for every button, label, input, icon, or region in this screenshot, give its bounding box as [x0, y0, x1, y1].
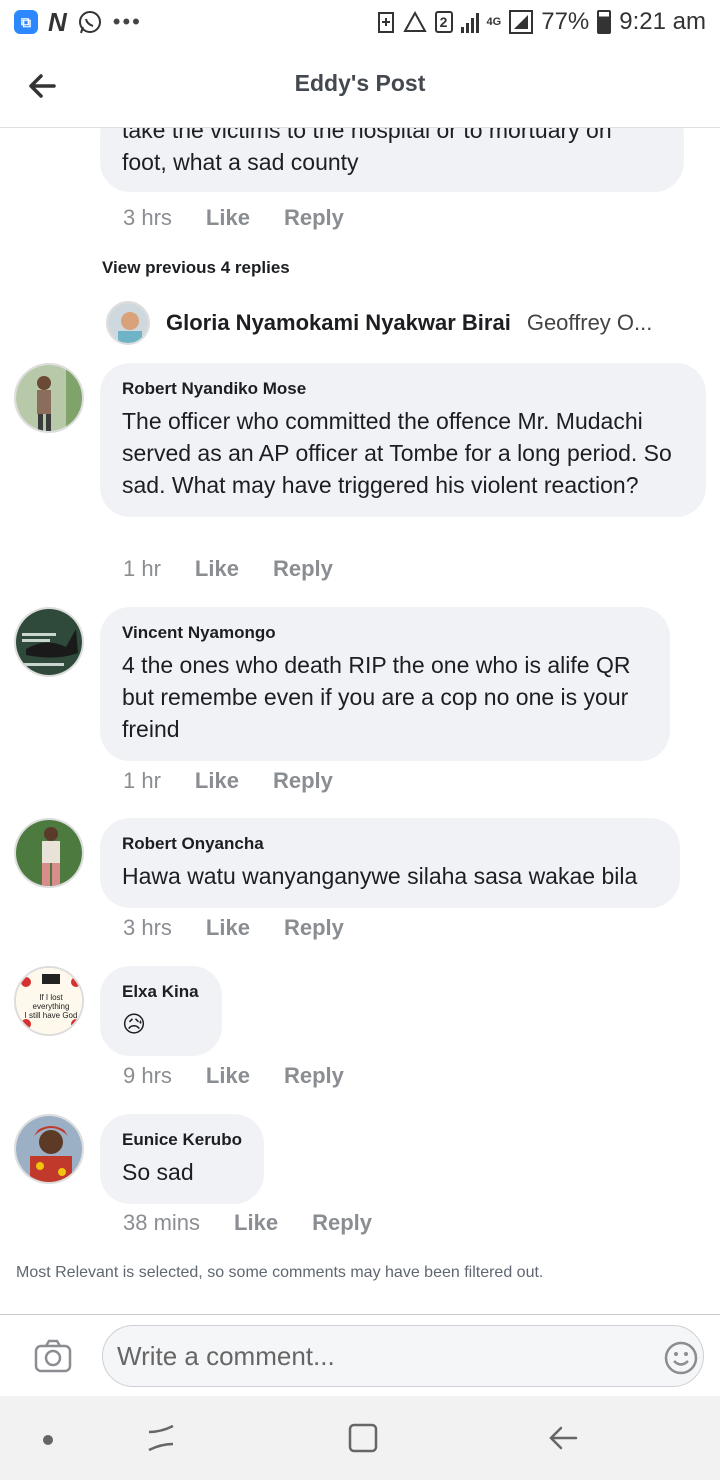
- like-button[interactable]: Like: [195, 556, 239, 582]
- comment-bubble[interactable]: take the victims to the hospital or to m…: [100, 128, 684, 192]
- system-back-icon: [549, 1426, 578, 1450]
- sim-badge: 2: [434, 11, 453, 33]
- status-right-icons: 2 4G 77% 9:21 am: [377, 8, 706, 36]
- battery-saver-icon: [377, 10, 395, 34]
- comment-actions: 1 hr Like Reply: [123, 556, 333, 582]
- status-bar: ⧉ N ••• 2 4G 77% 9:21 am: [0, 0, 720, 44]
- comment-time: 3 hrs: [123, 205, 172, 230]
- comment-actions: 3 hrs Like Reply: [123, 205, 344, 231]
- comment-actions: 38 mins Like Reply: [123, 1210, 372, 1236]
- comment-emoji: 😥: [122, 1011, 146, 1037]
- comment-author[interactable]: Eunice Kerubo: [122, 1130, 242, 1150]
- recent-apps-button[interactable]: [143, 1420, 179, 1456]
- more-notifications-icon: •••: [112, 9, 142, 34]
- system-nav-bar: [0, 1396, 720, 1480]
- reply-button[interactable]: Reply: [284, 205, 344, 231]
- avatar-caption: If I lost: [39, 993, 63, 1002]
- comment-author[interactable]: Robert Onyancha: [122, 834, 658, 854]
- emoji-button[interactable]: [664, 1341, 698, 1375]
- comment-time: 38 mins: [123, 1210, 201, 1235]
- home-icon: [348, 1423, 378, 1453]
- screenshot-app-icon: ⧉: [14, 10, 38, 34]
- comment-time: 9 hrs: [123, 1063, 172, 1088]
- avatar[interactable]: [106, 301, 150, 345]
- n-app-icon: N: [48, 6, 67, 37]
- avatar-caption: everything: [33, 1002, 70, 1011]
- comment-text: take the victims to the hospital or to m…: [122, 128, 612, 175]
- comment-bubble[interactable]: Vincent Nyamongo 4 the ones who death RI…: [100, 607, 670, 761]
- home-button[interactable]: [345, 1420, 381, 1456]
- like-button[interactable]: Like: [206, 1063, 250, 1089]
- comments-feed[interactable]: take the victims to the hospital or to m…: [0, 128, 720, 1314]
- avatar[interactable]: If I lost everything I still have God: [14, 966, 84, 1036]
- comment-time: 1 hr: [123, 768, 161, 793]
- assistant-dot-button[interactable]: [30, 1420, 66, 1456]
- avatar-caption: I still have God: [25, 1011, 78, 1020]
- reply-preview[interactable]: Gloria Nyamokami Nyakwar Birai Geoffrey …: [106, 301, 652, 345]
- avatar[interactable]: [14, 818, 84, 888]
- reply-button[interactable]: Reply: [312, 1210, 372, 1236]
- battery-percent: 77%: [541, 8, 590, 35]
- reply-button[interactable]: Reply: [284, 1063, 344, 1089]
- reply-snippet: Geoffrey O...: [526, 310, 653, 335]
- comment-time: 1 hr: [123, 556, 161, 581]
- like-button[interactable]: Like: [206, 915, 250, 941]
- system-back-button[interactable]: [546, 1420, 582, 1456]
- clock: 9:21 am: [619, 8, 706, 35]
- like-button[interactable]: Like: [234, 1210, 278, 1236]
- comment-text: The officer who committed the offence Mr…: [122, 408, 672, 498]
- comment-text: So sad: [122, 1159, 194, 1185]
- comment-time: 3 hrs: [123, 915, 172, 940]
- dot-icon: [43, 1435, 53, 1445]
- avatar[interactable]: [14, 363, 84, 433]
- comment-text: Hawa watu wanyanganywe silaha sasa wakae…: [122, 863, 638, 889]
- reply-button[interactable]: Reply: [273, 768, 333, 794]
- camera-icon: [34, 1339, 72, 1373]
- comment-input[interactable]: Write a comment...: [102, 1325, 704, 1387]
- status-left-icons: ⧉ N •••: [14, 7, 142, 38]
- comment-text: 4 the ones who death RIP the one who is …: [122, 652, 631, 742]
- comment-author[interactable]: Vincent Nyamongo: [122, 623, 648, 643]
- avatar[interactable]: [14, 1114, 84, 1184]
- network-type: 4G: [486, 16, 502, 28]
- whatsapp-icon: [77, 9, 103, 35]
- view-previous-replies-link[interactable]: View previous 4 replies: [102, 258, 290, 278]
- reply-button[interactable]: Reply: [273, 556, 333, 582]
- page-title: Eddy's Post: [294, 70, 426, 96]
- smiley-icon: [664, 1341, 698, 1375]
- battery-icon: [597, 10, 612, 34]
- reply-button[interactable]: Reply: [284, 915, 344, 941]
- comment-author[interactable]: Elxa Kina: [122, 982, 200, 1002]
- recent-apps-icon: [148, 1424, 174, 1452]
- avatar[interactable]: [14, 607, 84, 677]
- like-button[interactable]: Like: [206, 205, 250, 231]
- comment-bubble[interactable]: Robert Onyancha Hawa watu wanyanganywe s…: [100, 818, 680, 908]
- comment-actions: 1 hr Like Reply: [123, 768, 333, 794]
- comment-actions: 9 hrs Like Reply: [123, 1063, 344, 1089]
- comment-bubble[interactable]: Eunice Kerubo So sad: [100, 1114, 264, 1204]
- filter-notice: Most Relevant is selected, so some comme…: [16, 1264, 544, 1281]
- post-header: Eddy's Post: [0, 44, 720, 128]
- reply-author[interactable]: Gloria Nyamokami Nyakwar Birai: [166, 310, 511, 336]
- signal-box-icon: [509, 10, 534, 34]
- comment-author[interactable]: Robert Nyandiko Mose: [122, 379, 684, 399]
- comment-actions: 3 hrs Like Reply: [123, 915, 344, 941]
- camera-button[interactable]: [34, 1339, 72, 1373]
- comment-bubble[interactable]: Robert Nyandiko Mose The officer who com…: [100, 363, 706, 517]
- comment-bubble[interactable]: Elxa Kina 😥: [100, 966, 222, 1056]
- like-button[interactable]: Like: [195, 768, 239, 794]
- comment-composer: Write a comment...: [0, 1314, 720, 1396]
- signal-bars-icon: [460, 11, 479, 33]
- recycle-icon: [402, 11, 427, 33]
